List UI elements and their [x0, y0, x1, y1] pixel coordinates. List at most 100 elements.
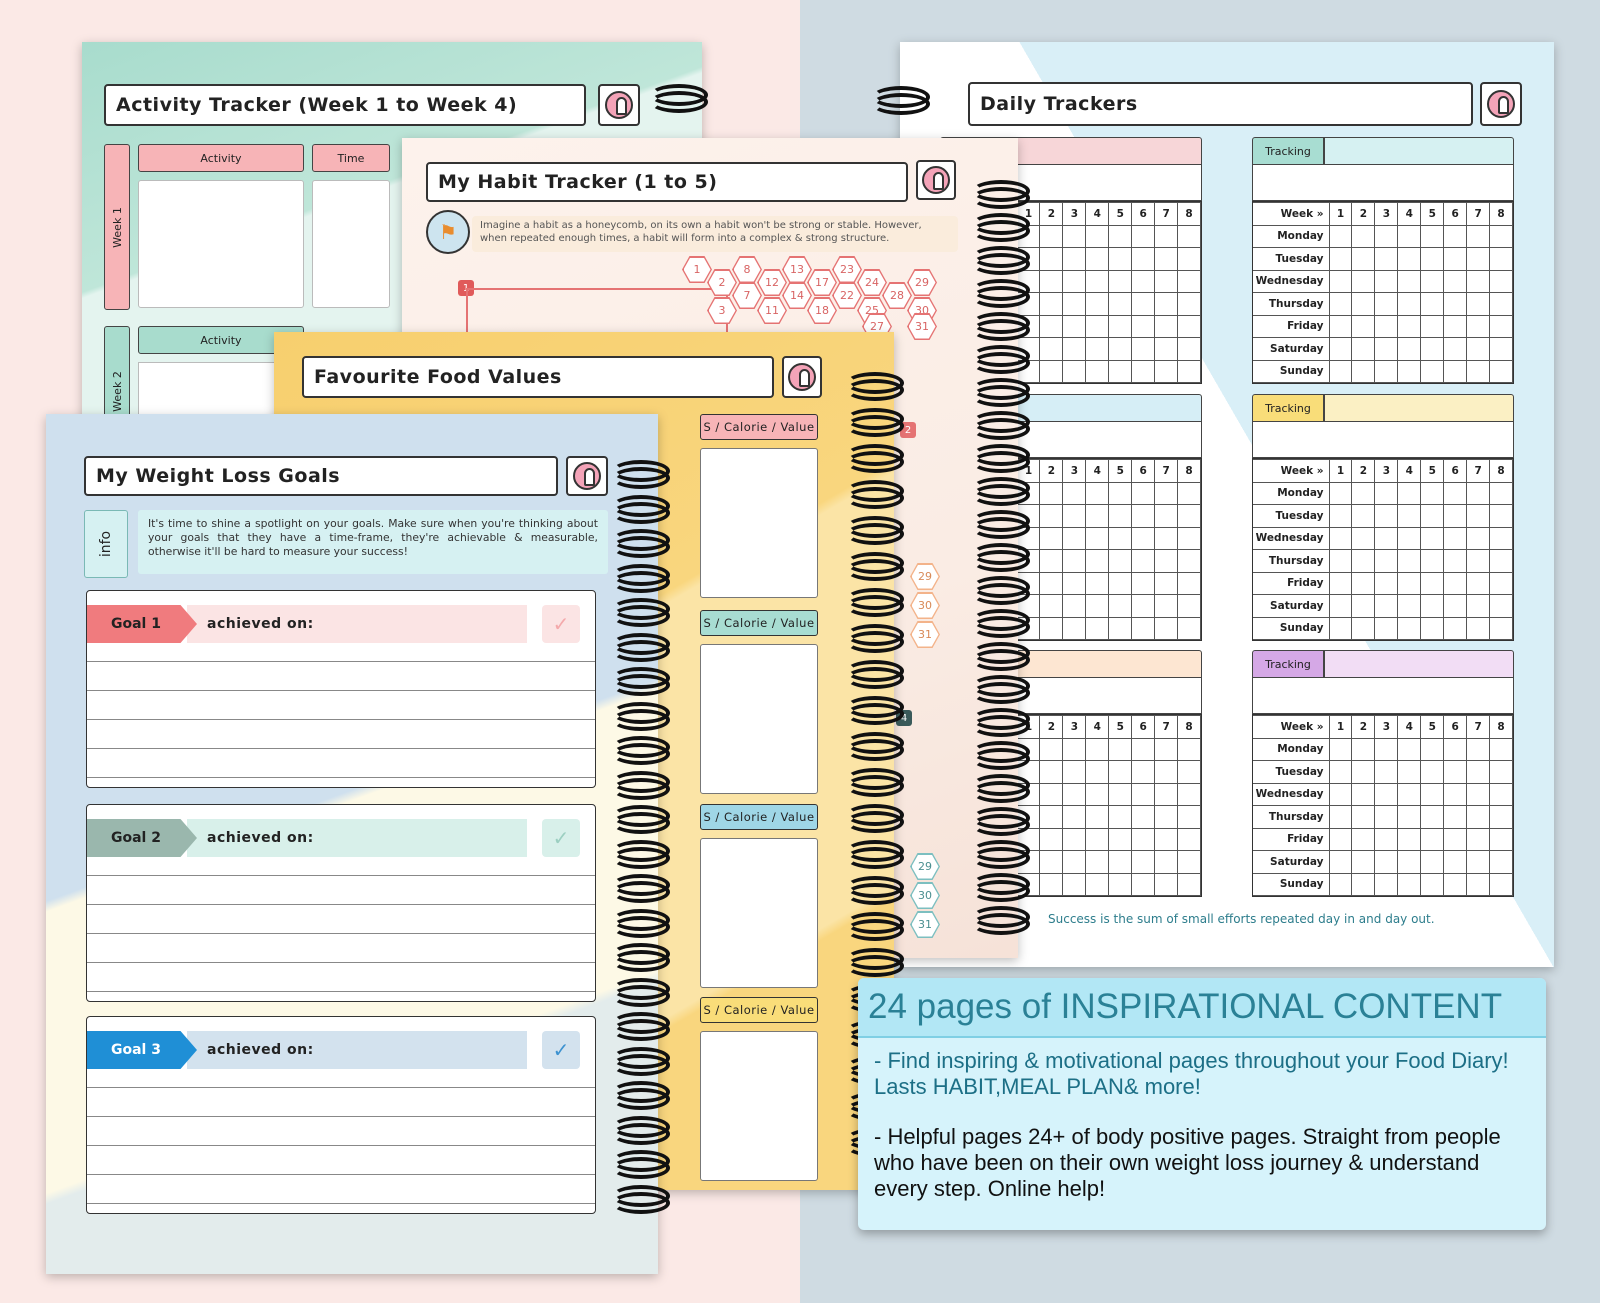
check-cell[interactable] [1374, 526, 1399, 550]
check-cell[interactable] [1177, 616, 1201, 640]
goal-writing-line[interactable] [87, 690, 595, 691]
check-cell[interactable] [1443, 292, 1468, 316]
check-cell[interactable] [1062, 224, 1087, 248]
check-cell[interactable] [1177, 481, 1201, 505]
habit-day-cell[interactable]: 14 [782, 282, 812, 309]
check-cell[interactable] [1466, 827, 1491, 851]
check-cell[interactable] [1131, 337, 1156, 361]
check-cell[interactable] [1108, 504, 1133, 528]
check-cell[interactable] [1039, 359, 1064, 383]
check-cell[interactable] [1351, 247, 1376, 271]
check-cell[interactable] [1397, 594, 1422, 618]
check-cell[interactable] [1154, 292, 1179, 316]
check-cell[interactable] [1443, 359, 1468, 383]
check-cell[interactable] [1131, 571, 1156, 595]
check-cell[interactable] [1085, 481, 1110, 505]
check-cell[interactable] [1328, 760, 1353, 784]
habit-day-cell[interactable]: 12 [757, 269, 787, 296]
check-cell[interactable] [1085, 314, 1110, 338]
check-cell[interactable] [1374, 314, 1399, 338]
check-cell[interactable] [1177, 805, 1201, 829]
tracking-field[interactable] [1324, 650, 1514, 678]
goal-writing-line[interactable] [87, 719, 595, 720]
check-cell[interactable] [1039, 247, 1064, 271]
check-cell[interactable] [1085, 594, 1110, 618]
habit-day-cell[interactable]: 29 [910, 853, 940, 880]
check-cell[interactable] [1443, 549, 1468, 573]
check-cell[interactable] [1397, 337, 1422, 361]
check-cell[interactable] [1131, 850, 1156, 874]
check-cell[interactable] [1397, 292, 1422, 316]
check-cell[interactable] [1328, 504, 1353, 528]
habit-day-cell[interactable]: 18 [807, 297, 837, 324]
check-cell[interactable] [1328, 224, 1353, 248]
check-cell[interactable] [1039, 594, 1064, 618]
activity-cell-box[interactable] [138, 180, 304, 308]
achieved-on-field[interactable]: achieved on: [187, 1031, 527, 1069]
check-cell[interactable] [1039, 760, 1064, 784]
check-cell[interactable] [1374, 269, 1399, 293]
check-cell[interactable] [1062, 359, 1087, 383]
check-cell[interactable] [1397, 616, 1422, 640]
check-cell[interactable] [1108, 594, 1133, 618]
check-cell[interactable] [1154, 549, 1179, 573]
check-cell[interactable] [1085, 805, 1110, 829]
check-cell[interactable] [1397, 504, 1422, 528]
check-cell[interactable] [1131, 269, 1156, 293]
habit-day-cell[interactable]: 30 [910, 592, 940, 619]
check-cell[interactable] [1085, 292, 1110, 316]
check-cell[interactable] [1466, 314, 1491, 338]
check-cell[interactable] [1039, 504, 1064, 528]
check-cell[interactable] [1397, 760, 1422, 784]
check-cell[interactable] [1131, 594, 1156, 618]
check-cell[interactable] [1420, 481, 1445, 505]
check-cell[interactable] [1108, 337, 1133, 361]
check-cell[interactable] [1085, 337, 1110, 361]
check-cell[interactable] [1351, 872, 1376, 896]
check-cell[interactable] [1466, 224, 1491, 248]
check-cell[interactable] [1374, 337, 1399, 361]
check-cell[interactable] [1062, 549, 1087, 573]
check-cell[interactable] [1328, 337, 1353, 361]
check-cell[interactable] [1351, 269, 1376, 293]
check-cell[interactable] [1131, 872, 1156, 896]
check-cell[interactable] [1374, 481, 1399, 505]
check-cell[interactable] [1420, 292, 1445, 316]
check-cell[interactable] [1489, 850, 1513, 874]
check-cell[interactable] [1489, 872, 1513, 896]
check-cell[interactable] [1154, 314, 1179, 338]
check-cell[interactable] [1039, 872, 1064, 896]
check-cell[interactable] [1374, 850, 1399, 874]
check-cell[interactable] [1177, 760, 1201, 784]
check-cell[interactable] [1108, 292, 1133, 316]
habit-day-cell[interactable]: 24 [857, 269, 887, 296]
check-cell[interactable] [1328, 526, 1353, 550]
check-cell[interactable] [1177, 292, 1201, 316]
check-cell[interactable] [1443, 224, 1468, 248]
check-cell[interactable] [1489, 805, 1513, 829]
check-cell[interactable] [1085, 827, 1110, 851]
food-value-box[interactable] [700, 448, 818, 598]
check-cell[interactable] [1420, 224, 1445, 248]
check-cell[interactable] [1351, 337, 1376, 361]
check-cell[interactable] [1420, 269, 1445, 293]
goal-writing-line[interactable] [87, 1087, 595, 1088]
check-cell[interactable] [1397, 805, 1422, 829]
goal-writing-line[interactable] [87, 1174, 595, 1175]
check-cell[interactable] [1397, 549, 1422, 573]
check-cell[interactable] [1328, 850, 1353, 874]
check-cell[interactable] [1351, 292, 1376, 316]
check-cell[interactable] [1131, 481, 1156, 505]
check-cell[interactable] [1177, 224, 1201, 248]
check-cell[interactable] [1443, 872, 1468, 896]
check-cell[interactable] [1374, 827, 1399, 851]
check-cell[interactable] [1420, 805, 1445, 829]
check-cell[interactable] [1466, 481, 1491, 505]
check-cell[interactable] [1108, 571, 1133, 595]
check-cell[interactable] [1062, 737, 1087, 761]
check-cell[interactable] [1108, 481, 1133, 505]
check-cell[interactable] [1085, 782, 1110, 806]
check-cell[interactable] [1489, 292, 1513, 316]
check-cell[interactable] [1397, 269, 1422, 293]
check-cell[interactable] [1351, 737, 1376, 761]
